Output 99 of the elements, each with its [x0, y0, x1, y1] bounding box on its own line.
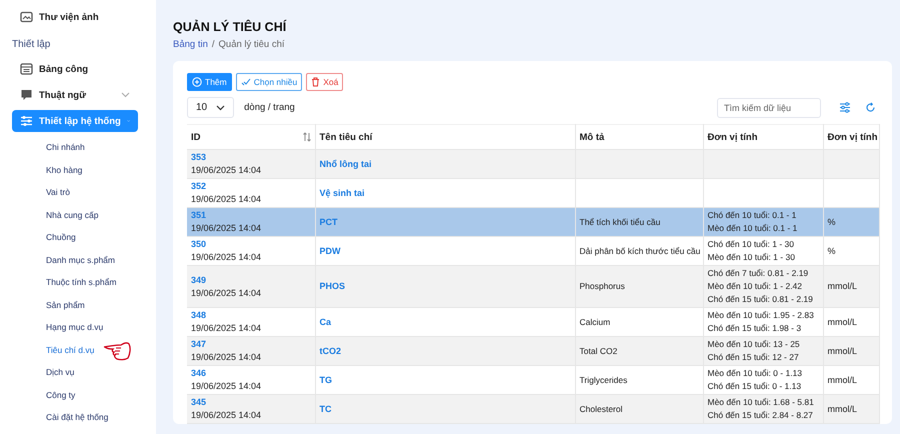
table-cell: Cholesterol — [580, 404, 622, 414]
table-cell: mmol/L — [828, 346, 858, 356]
delete-button[interactable]: Xoá — [306, 73, 344, 91]
page-size-select[interactable]: 10 — [187, 97, 234, 118]
trash-icon — [311, 77, 320, 87]
range-text: Mèo đến 10 tuổi: 1 - 2.42 — [708, 280, 804, 293]
range-text: Mèo đến 10 tuổi: 0 - 1.13 — [708, 367, 804, 380]
range-text: Mèo đến 10 tuổi: 1 - 30 — [708, 251, 796, 264]
table-cell: % — [828, 216, 836, 226]
date-text: 19/06/2025 14:04 — [191, 222, 262, 235]
calendar-icon — [20, 63, 33, 75]
table-cell: mmol/L — [828, 374, 858, 384]
table-cell: mmol/L — [828, 316, 858, 326]
breadcrumb-separator: / — [212, 39, 215, 50]
range-text: Chó đến 10 tuổi: 1 - 30 — [708, 238, 795, 251]
name-link[interactable]: Nhổ lông tai — [320, 158, 372, 168]
name-link[interactable]: Ca — [320, 316, 332, 326]
range-text: Mèo đến 10 tuổi: 13 - 25 — [708, 338, 801, 351]
name-link[interactable]: tCO2 — [320, 346, 342, 356]
table-row[interactable]: 347 19/06/2025 14:04 tCO2 Total CO2 Mèo đến 10 tuổi: 13 - 25 Chó đến 15 tuổi: 12 - 27 mmol/L — [187, 336, 880, 366]
search-field[interactable]: Tìm kiếm dữ liệu — [717, 98, 821, 118]
sidebar-item[interactable]: Thuật ngữ — [12, 84, 138, 106]
table-row[interactable]: 353 19/06/2025 14:04 Nhổ lông tai — [187, 150, 880, 178]
double-check-icon — [240, 78, 251, 86]
table-cell: Phosphorus — [580, 281, 625, 291]
submenu-item[interactable]: Danh mục s.phẩm — [46, 254, 115, 265]
table-cell: mmol/L — [828, 281, 858, 291]
section-label: Thiết lập — [11, 38, 52, 52]
range-text: Chó đến 7 tuổi: 0.81 - 2.19 — [708, 267, 810, 280]
column-header: Đơn vị tính — [703, 124, 823, 150]
id-link[interactable]: 353 — [191, 151, 310, 164]
submenu-item[interactable]: Thuộc tính s.phẩm — [46, 277, 116, 288]
id-link[interactable]: 352 — [191, 180, 310, 193]
range-text: Chó đến 15 tuổi: 12 - 27 — [708, 351, 800, 364]
submenu-item[interactable]: Dịch vụ — [46, 367, 74, 378]
id-link[interactable]: 346 — [191, 367, 310, 380]
date-text: 19/06/2025 14:04 — [191, 251, 262, 264]
range-text: Chó đến 10 tuổi: 0.1 - 1 — [708, 209, 798, 222]
submenu-item[interactable]: Chuồng — [46, 232, 76, 242]
id-link[interactable]: 350 — [191, 238, 310, 251]
column-header: ID — [187, 124, 315, 150]
range-text: Chó đến 15 tuổi: 2.84 - 8.27 — [708, 409, 814, 422]
submenu-item[interactable]: Chi nhánh — [46, 142, 85, 152]
breadcrumb-current: Quản lý tiêu chí — [218, 39, 285, 50]
table-cell: Dải phân bố kích thước tiểu cầu — [580, 246, 700, 256]
table-cell: Triglycerides — [580, 374, 628, 384]
range-text: Chó đến 15 tuổi: 1.98 - 3 — [708, 322, 802, 335]
submenu-item[interactable]: Tiêu chí d.vụ — [46, 344, 94, 355]
breadcrumb-link[interactable]: Bảng tin — [173, 39, 208, 50]
date-text: 19/06/2025 14:04 — [191, 351, 262, 364]
chat-icon — [20, 89, 33, 101]
submenu-item[interactable]: Cài đặt hệ thống — [46, 412, 108, 422]
filter-icon[interactable] — [839, 102, 851, 113]
submenu-item[interactable]: Nhà cung cấp — [46, 210, 98, 220]
page-title: QUẢN LÝ TIÊU CHÍ — [173, 20, 288, 34]
id-link[interactable]: 347 — [191, 338, 310, 351]
id-link[interactable]: 348 — [191, 309, 310, 322]
sliders-icon — [20, 115, 33, 127]
date-text: 19/06/2025 14:04 — [191, 409, 262, 422]
multi-select-button[interactable]: Chọn nhiều — [236, 73, 302, 91]
submenu-item[interactable]: Hạng mục d.vụ — [46, 322, 104, 332]
sidebar-item[interactable]: Thư viện ảnh — [0, 8, 156, 26]
chevron-icon — [216, 104, 226, 110]
table-row[interactable]: 345 19/06/2025 14:04 TC Cholesterol Mèo đến 10 tuổi: 1.68 - 5.81 Chó đến 15 tuổi: 2.84 - 8.27 mmol/L — [187, 394, 880, 424]
name-link[interactable]: PHOS — [320, 281, 346, 291]
table-cell: mmol/L — [828, 404, 858, 414]
date-text: 19/06/2025 14:04 — [191, 193, 262, 206]
range-text: Chó đến 15 tuổi: 0.81 - 2.19 — [708, 293, 814, 306]
table-row[interactable]: 349 19/06/2025 14:04 PHOS Phosphorus Chó đến 7 tuổi: 0.81 - 2.19 Mèo đến 10 tuổi: 1 - 2.42 Chó đến 15 tuổi: 0.81 - 2.19 mmol/L — [187, 266, 880, 308]
table-cell: % — [828, 246, 836, 256]
refresh-icon[interactable] — [865, 102, 876, 113]
date-text: 19/06/2025 14:04 — [191, 380, 262, 393]
range-text: Chó đến 15 tuổi: 0 - 1.13 — [708, 380, 802, 393]
column-header: Tên tiêu chí — [315, 124, 575, 150]
submenu-item[interactable]: Kho hàng — [46, 164, 82, 175]
submenu-item[interactable]: Sản phẩm — [46, 300, 85, 310]
name-link[interactable]: TC — [320, 404, 332, 414]
name-link[interactable]: TG — [320, 374, 332, 384]
image-icon — [20, 11, 33, 23]
plus-circle-icon — [192, 77, 202, 87]
table-cell: Calcium — [580, 316, 610, 326]
range-text: Mèo đến 10 tuổi: 1.68 - 5.81 — [708, 396, 815, 409]
id-link[interactable]: 349 — [191, 274, 310, 286]
sidebar-item[interactable]: Bảng công — [12, 58, 138, 80]
page-size-label: dòng / trang — [244, 102, 295, 113]
submenu-item[interactable]: Công ty — [46, 390, 76, 400]
range-text: Mèo đến 10 tuổi: 1.95 - 2.83 — [708, 309, 815, 322]
id-link[interactable]: 345 — [191, 396, 310, 409]
table-cell: Thể tích khối tiểu cầu — [580, 216, 660, 226]
name-link[interactable]: Vệ sinh tai — [320, 188, 365, 198]
table-cell: Total CO2 — [580, 346, 618, 356]
date-text: 19/06/2025 14:04 — [191, 164, 262, 177]
submenu-item[interactable]: Vai trò — [46, 187, 70, 198]
range-text: Mèo đến 10 tuổi: 0.1 - 1 — [708, 222, 798, 235]
date-text: 19/06/2025 14:04 — [191, 322, 262, 335]
name-link[interactable]: PDW — [320, 246, 340, 256]
sort-icon[interactable] — [302, 132, 310, 142]
date-text: 19/06/2025 14:04 — [191, 286, 262, 300]
column-header: Mô tả — [575, 124, 703, 150]
